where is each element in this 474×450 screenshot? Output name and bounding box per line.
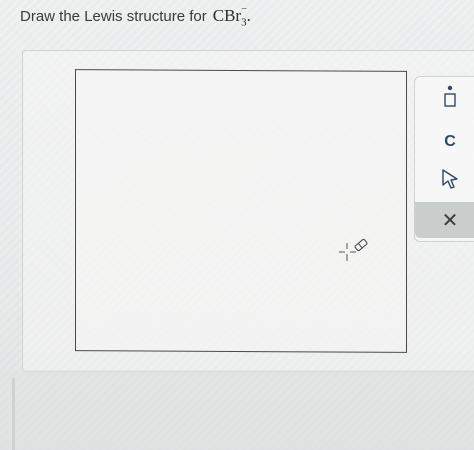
formula-main: CBr	[212, 6, 242, 25]
close-button[interactable]: ✕	[415, 202, 474, 238]
question-formula: CBr3−.	[212, 4, 251, 28]
lone-pair-tool[interactable]	[415, 81, 474, 117]
select-pointer-tool[interactable]	[415, 163, 474, 199]
pointer-icon	[439, 167, 461, 196]
footer-area	[0, 370, 474, 450]
carbon-label: C	[444, 133, 456, 150]
crosshair-eraser-cursor-icon	[337, 237, 369, 267]
carbon-atom-tool[interactable]: C	[415, 124, 474, 160]
question-prompt: Draw the Lewis structure for CBr3−.	[20, 4, 251, 32]
electron-dot-icon	[440, 84, 460, 115]
drawing-canvas[interactable]	[75, 69, 407, 353]
question-text: Draw the Lewis structure for	[20, 8, 207, 25]
formula-charge: −	[241, 4, 247, 15]
formula-period: .	[246, 6, 251, 25]
close-icon: ✕	[441, 209, 459, 232]
scrollbar[interactable]	[12, 378, 15, 450]
drawing-toolbar: C ✕	[414, 76, 474, 242]
